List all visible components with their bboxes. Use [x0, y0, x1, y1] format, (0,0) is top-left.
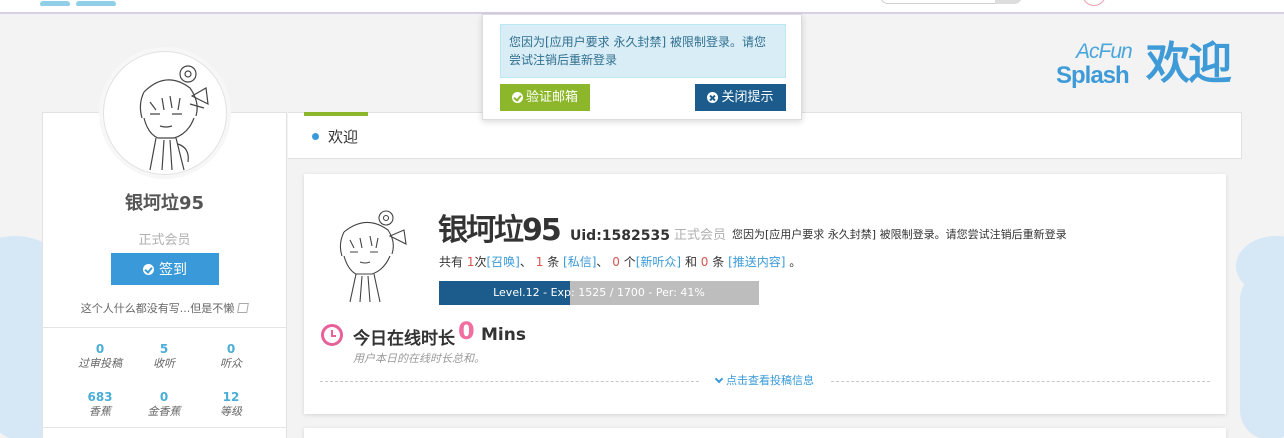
search-button[interactable] — [995, 0, 1021, 4]
sidebar-divider — [42, 327, 287, 328]
tab-welcome[interactable]: 欢迎 — [328, 126, 358, 147]
tab-accent-bar — [304, 112, 368, 116]
private-message-link[interactable]: [私信] — [563, 255, 596, 269]
splash-splash-text: Splash — [1056, 62, 1130, 89]
pm-count: 1 — [535, 255, 544, 269]
message-stats: 共有 1次[召唤]、 1 条 [私信]、 0 个[新听众] 和 0 条 [推送内… — [439, 253, 801, 270]
sidebar-username: 银坷垃95 — [124, 193, 205, 214]
stat-label: 收听 — [153, 357, 175, 370]
verify-email-label: 验证邮箱 — [525, 90, 578, 105]
stats-text: 共有 — [439, 255, 464, 269]
stat-following[interactable]: 5 收听 — [129, 342, 199, 372]
stat-value: 12 — [222, 390, 240, 404]
stat-value: 683 — [87, 390, 113, 404]
stat-value: 0 — [159, 390, 169, 404]
stat-bananas: 683 香蕉 — [65, 390, 135, 420]
avatar-sketch-icon — [339, 210, 407, 303]
signin-label: 签到 — [159, 262, 187, 278]
close-notice-button[interactable]: 关闭提示 — [695, 84, 786, 111]
stats-text: 和 — [684, 255, 697, 269]
stats-text: 、 — [596, 255, 609, 269]
stats-text: 条 — [712, 255, 725, 269]
online-time-unit: Mins — [481, 325, 526, 345]
clock-icon — [321, 324, 343, 346]
signature-text: 这个人什么都没有写...但是不懒 — [80, 302, 235, 315]
search-input[interactable] — [880, 0, 1022, 4]
stats-text: 。 — [789, 255, 802, 269]
splash-welcome-logo: AcFun Splash 欢迎 — [1056, 38, 1246, 94]
avatar-sketch-icon — [139, 65, 209, 171]
level-progress-text: Level.12 - Exp: 1525 / 1700 - Per: 41% — [493, 286, 705, 299]
card-avatar[interactable] — [320, 204, 414, 304]
profile-rank: 正式会员 — [674, 228, 727, 243]
online-time-description: 用户本日的在线时长总和。 — [353, 352, 485, 365]
level-progress-bar: Level.12 - Exp: 1525 / 1700 - Per: 41% — [439, 281, 759, 305]
chevron-down-icon — [714, 374, 724, 384]
check-circle-icon — [511, 92, 523, 103]
stats-text: 个 — [623, 255, 636, 269]
check-circle-icon — [143, 263, 154, 275]
ban-notice-text: 您因为[应用户要求 永久封禁] 被限制登录。请您尝试注销后重新登录 — [732, 228, 1067, 241]
online-time-value: 0 — [458, 317, 475, 345]
stat-approved-posts[interactable]: 0 过审投稿 — [65, 342, 135, 372]
push-count: 0 — [700, 255, 709, 269]
stat-level: 12 等级 — [196, 390, 266, 420]
sidebar-signature: 这个人什么都没有写...但是不懒 — [42, 300, 287, 316]
stats-text: 次 — [474, 255, 487, 269]
close-circle-icon — [707, 92, 719, 103]
stat-label: 听众 — [220, 357, 242, 370]
online-time-label: 今日在线时长 — [353, 329, 455, 349]
listener-count: 0 — [612, 255, 620, 269]
sidebar-rank: 正式会员 — [138, 233, 191, 248]
stat-label: 香蕉 — [89, 405, 111, 418]
sidebar-divider — [42, 427, 287, 428]
notification-message: 您因为[应用户要求 永久封禁] 被限制登录。请您尝试注销后重新登录 — [500, 24, 786, 78]
stat-label: 过审投稿 — [78, 357, 122, 370]
profile-uid: Uid:1582535 — [570, 228, 670, 244]
cloud-decoration — [1240, 270, 1284, 438]
edit-pencil-icon[interactable] — [237, 303, 250, 313]
splash-welcome-text: 欢迎 — [1146, 38, 1232, 89]
next-card — [304, 428, 1226, 438]
stat-gold-bananas: 0 金香蕉 — [129, 390, 199, 420]
splash-acfun-text: AcFun — [1076, 40, 1133, 63]
stats-text: 条 — [547, 255, 560, 269]
view-posts-link[interactable]: 点击查看投稿信息 — [700, 373, 830, 389]
view-posts-label: 点击查看投稿信息 — [726, 374, 814, 387]
notification-popup: 您因为[应用户要求 永久封禁] 被限制登录。请您尝试注销后重新登录 验证邮箱 关… — [482, 14, 802, 120]
stats-text: 、 — [519, 255, 532, 269]
stat-value: 5 — [159, 342, 169, 356]
push-content-link[interactable]: [推送内容] — [728, 255, 785, 269]
bullet-dot-icon — [312, 133, 319, 140]
sidebar-avatar[interactable] — [103, 51, 227, 175]
stat-value: 0 — [226, 342, 236, 356]
user-avatar-icon[interactable] — [1082, 0, 1106, 6]
stat-followers[interactable]: 0 听众 — [196, 342, 266, 372]
profile-username: 银坷垃95 — [438, 213, 562, 248]
stat-value: 0 — [95, 342, 105, 356]
new-listener-link[interactable]: [新听众] — [636, 255, 681, 269]
close-notice-label: 关闭提示 — [721, 90, 774, 105]
signin-button[interactable]: 签到 — [111, 253, 219, 285]
verify-email-button[interactable]: 验证邮箱 — [500, 84, 590, 111]
summon-link[interactable]: [召唤] — [487, 255, 520, 269]
stat-label: 金香蕉 — [147, 405, 181, 418]
site-logo[interactable] — [40, 0, 136, 6]
stat-label: 等级 — [220, 405, 242, 418]
top-navbar — [0, 0, 1284, 14]
